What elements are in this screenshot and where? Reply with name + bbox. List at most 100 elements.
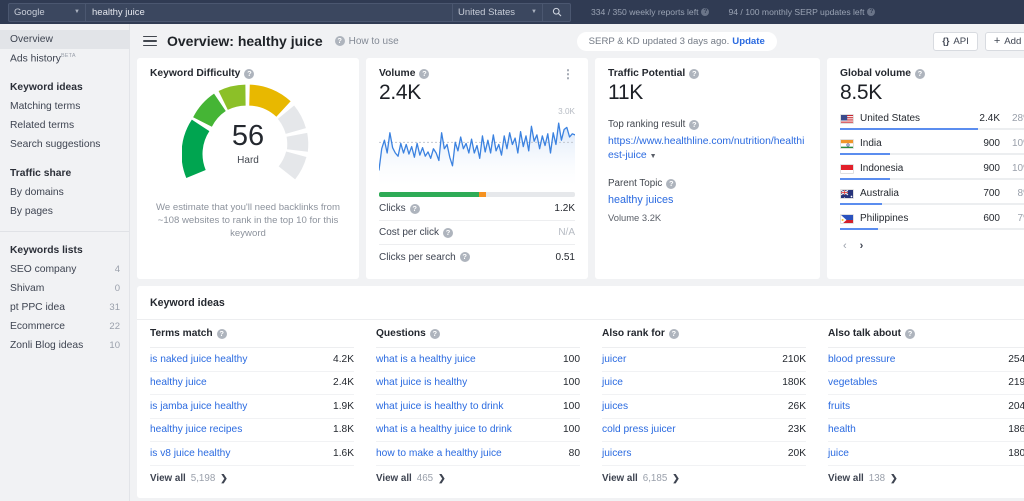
search-button[interactable] (543, 2, 571, 22)
table-row[interactable]: juice 180K (828, 442, 1024, 466)
table-row[interactable]: blood pressure 254K (828, 348, 1024, 372)
sidebar-item-matching-terms[interactable]: Matching terms (0, 97, 129, 116)
help-icon[interactable]: ? (666, 178, 677, 189)
keyword-link[interactable]: what juice is healthy (376, 377, 467, 388)
pagination-next-icon[interactable]: › (860, 240, 864, 252)
table-row[interactable]: fruits 204K (828, 395, 1024, 419)
view-all-questions[interactable]: View all 465 ❯ (376, 466, 580, 492)
keyword-link[interactable]: juice (828, 448, 849, 459)
sidebar-item-overview[interactable]: Overview (0, 30, 129, 49)
view-all-also-rank-for[interactable]: View all 6,185 ❯ (602, 466, 806, 492)
sidebar-item-ads-history[interactable]: Ads historyBETA (0, 49, 129, 68)
help-icon[interactable]: ? (443, 227, 454, 238)
table-row[interactable]: is jamba juice healthy 1.9K (150, 395, 354, 419)
serp-update-link[interactable]: Update (732, 36, 765, 47)
help-icon[interactable]: ? (409, 203, 420, 214)
sidebar-list-zonli-blog-ideas[interactable]: Zonli Blog ideas 10 (0, 336, 129, 355)
clicks-value: 1.2K (554, 203, 575, 214)
sidebar-list-pt-ppc-idea[interactable]: pt PPC idea 31 (0, 298, 129, 317)
sidebar-item-by-pages[interactable]: By pages (0, 202, 129, 221)
table-row[interactable]: what juice is healthy 100 (376, 372, 580, 395)
help-icon[interactable]: ? (419, 68, 430, 79)
table-row[interactable]: juicer 210K (602, 348, 806, 372)
table-row[interactable]: healthy juice 2.4K (150, 372, 354, 395)
global-country-share: 10% (1011, 138, 1024, 149)
clicks-organic-segment (379, 192, 479, 197)
global-row-philippines[interactable]: Philippines 600 7% (840, 213, 1024, 230)
search-engine-select[interactable]: Google ▼ (8, 2, 86, 22)
global-row-india[interactable]: India 900 10% (840, 138, 1024, 155)
global-row-australia[interactable]: Australia 700 8% (840, 188, 1024, 205)
sidebar-item-related-terms[interactable]: Related terms (0, 116, 129, 135)
keyword-link[interactable]: what juice is healthy to drink (376, 401, 503, 412)
keyword-link[interactable]: health (828, 424, 856, 435)
sidebar-item-label: Ecommerce (10, 321, 65, 332)
view-all-also-talk-about[interactable]: View all 138 ❯ (828, 466, 1024, 492)
table-row[interactable]: juice 180K (602, 372, 806, 395)
keyword-link[interactable]: how to make a healthy juice (376, 448, 502, 459)
table-row[interactable]: juicers 20K (602, 442, 806, 466)
menu-icon[interactable] (143, 33, 157, 50)
keyword-link[interactable]: fruits (828, 401, 850, 412)
global-row-united-states[interactable]: United States 2.4K 28% (840, 113, 1024, 130)
keyword-search-input[interactable]: healthy juice (86, 2, 453, 22)
table-row[interactable]: what juice is healthy to drink 100 (376, 395, 580, 419)
table-row[interactable]: is v8 juice healthy 1.6K (150, 442, 354, 466)
how-to-use-label: How to use (348, 35, 399, 47)
keyword-link[interactable]: juicers (602, 448, 631, 459)
keyword-link[interactable]: juices (602, 401, 628, 412)
global-row-indonesia[interactable]: Indonesia 900 10% (840, 163, 1024, 180)
table-row[interactable]: healthy juice recipes 1.8K (150, 419, 354, 442)
table-row[interactable]: how to make a healthy juice 80 (376, 442, 580, 466)
help-icon[interactable]: ? (867, 8, 876, 16)
sidebar-list-shivam[interactable]: Shivam 0 (0, 279, 129, 298)
keyword-link[interactable]: juicer (602, 354, 626, 365)
help-icon[interactable]: ? (689, 68, 700, 79)
help-icon[interactable]: ? (244, 68, 255, 79)
country-select[interactable]: United States ▼ (453, 2, 543, 22)
keyword-link[interactable]: healthy juice (150, 377, 207, 388)
how-to-use-link[interactable]: ? How to use (334, 35, 399, 47)
add-to-button[interactable]: + Add to (984, 31, 1024, 51)
pagination-prev-icon[interactable]: ‹ (843, 240, 847, 252)
kd-note: We estimate that you'll need backlinks f… (155, 202, 341, 239)
keyword-link[interactable]: healthy juice recipes (150, 424, 242, 435)
more-options-icon[interactable]: ⋮ (562, 68, 575, 80)
sidebar-list-ecommerce[interactable]: Ecommerce 22 (0, 317, 129, 336)
sidebar-item-by-domains[interactable]: By domains (0, 183, 129, 202)
keyword-link[interactable]: what is a healthy juice (376, 354, 476, 365)
api-button[interactable]: {} API (933, 31, 978, 51)
keyword-link[interactable]: blood pressure (828, 354, 895, 365)
table-row[interactable]: vegetables 219K (828, 372, 1024, 395)
keyword-link[interactable]: juice (602, 377, 623, 388)
sidebar-list-seo-company[interactable]: SEO company 4 (0, 260, 129, 279)
help-icon[interactable]: ? (459, 252, 470, 262)
keyword-link[interactable]: cold press juicer (602, 424, 676, 435)
table-row[interactable]: what is a healthy juice to drink 100 (376, 419, 580, 442)
help-icon[interactable]: ? (429, 328, 440, 339)
help-icon[interactable]: ? (914, 68, 925, 79)
keyword-link[interactable]: is v8 juice healthy (150, 448, 230, 459)
top-ranking-result-link[interactable]: https://www.healthline.com/nutrition/hea… (608, 135, 807, 164)
help-icon[interactable]: ? (689, 119, 700, 130)
table-row[interactable]: juices 26K (602, 395, 806, 419)
table-row[interactable]: health 186K (828, 419, 1024, 442)
help-icon[interactable]: ? (216, 328, 227, 339)
keyword-link[interactable]: vegetables (828, 377, 877, 388)
keyword-link[interactable]: what is a healthy juice to drink (376, 424, 512, 435)
view-all-terms-match[interactable]: View all 5,198 ❯ (150, 466, 354, 492)
table-row[interactable]: cold press juicer 23K (602, 419, 806, 442)
weekly-reports-quota: 334 / 350 weekly reports left ? (591, 7, 710, 17)
help-icon[interactable]: ? (905, 328, 916, 339)
sidebar-item-search-suggestions[interactable]: Search suggestions (0, 135, 129, 154)
table-row[interactable]: is naked juice healthy 4.2K (150, 348, 354, 372)
help-icon[interactable]: ? (668, 328, 679, 339)
clicks-per-search-value: 0.51 (555, 251, 575, 263)
help-icon[interactable]: ? (701, 8, 710, 16)
parent-topic-link[interactable]: healthy juices (608, 194, 807, 206)
keyword-link[interactable]: is jamba juice healthy (150, 401, 247, 412)
table-row[interactable]: what is a healthy juice 100 (376, 348, 580, 372)
chevron-down-icon[interactable]: ▼ (650, 153, 657, 160)
keyword-link[interactable]: is naked juice healthy (150, 354, 247, 365)
global-country-share: 8% (1017, 188, 1024, 199)
